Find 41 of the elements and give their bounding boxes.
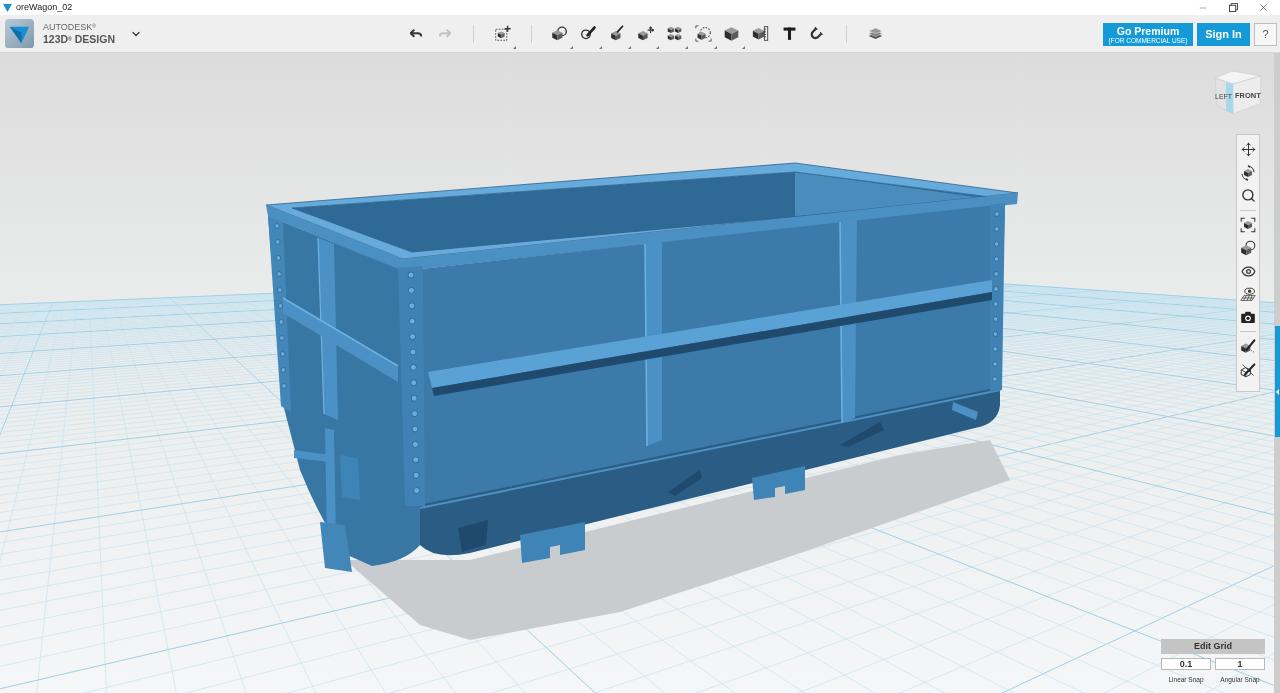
cube-icon[interactable] bbox=[723, 25, 741, 42]
grid-eye-icon[interactable] bbox=[1240, 286, 1256, 302]
dropdown-indicator-icon[interactable] bbox=[598, 46, 602, 49]
cube-plus-icon[interactable] bbox=[493, 25, 511, 42]
dropdown-indicator-icon[interactable] bbox=[742, 46, 746, 49]
cube-brush-icon[interactable] bbox=[608, 25, 626, 42]
snap-value-field[interactable]: 0.1 bbox=[1161, 658, 1211, 670]
cube-ruler-icon[interactable] bbox=[752, 25, 770, 42]
cube-move-icon[interactable] bbox=[637, 25, 655, 42]
dropdown-indicator-icon[interactable] bbox=[656, 46, 660, 49]
cube-sphere-icon[interactable] bbox=[1240, 240, 1256, 256]
cube-circle-icon[interactable] bbox=[551, 25, 569, 42]
cube-dashed-icon[interactable] bbox=[694, 25, 712, 42]
edit-grid-button[interactable]: Edit Grid bbox=[1161, 639, 1265, 654]
cube-orbit-icon[interactable] bbox=[1240, 164, 1256, 181]
brand-name: AUTODESK$^{®}$ bbox=[43, 22, 98, 33]
pencil-circle-icon[interactable] bbox=[579, 25, 597, 42]
dropdown-indicator-icon[interactable] bbox=[512, 46, 516, 49]
window-title: oreWagon_02 bbox=[16, 2, 73, 13]
layers-icon[interactable] bbox=[866, 25, 884, 42]
close-icon[interactable] bbox=[1257, 2, 1269, 13]
restore-icon[interactable] bbox=[1228, 3, 1238, 12]
pan-arrows-icon[interactable] bbox=[1240, 142, 1256, 157]
panel-toggle-tab[interactable] bbox=[1275, 326, 1280, 437]
camera-icon[interactable] bbox=[1240, 309, 1256, 325]
dropdown-indicator-icon[interactable] bbox=[627, 46, 631, 49]
product-name: 123D$^{®}$ DESIGN bbox=[43, 33, 116, 45]
app-icon bbox=[3, 3, 12, 12]
dropdown-indicator-icon[interactable] bbox=[713, 46, 717, 49]
snap-value-field[interactable]: 1 bbox=[1215, 658, 1265, 670]
dropdown-indicator-icon[interactable] bbox=[684, 46, 688, 49]
dropdown-indicator-icon[interactable] bbox=[570, 46, 574, 49]
caret-left-icon bbox=[1276, 389, 1279, 395]
eye-icon[interactable] bbox=[1240, 263, 1256, 279]
cube-grid-icon[interactable] bbox=[666, 25, 684, 42]
cube-frame-icon[interactable] bbox=[1240, 217, 1256, 233]
cube-brush-icon[interactable] bbox=[1240, 338, 1256, 354]
help-button[interactable]: ? bbox=[1254, 23, 1277, 46]
app-logo-icon[interactable] bbox=[5, 19, 34, 48]
zoom-icon[interactable] bbox=[1240, 188, 1256, 203]
cube-brush-outline-icon[interactable] bbox=[1240, 361, 1256, 378]
